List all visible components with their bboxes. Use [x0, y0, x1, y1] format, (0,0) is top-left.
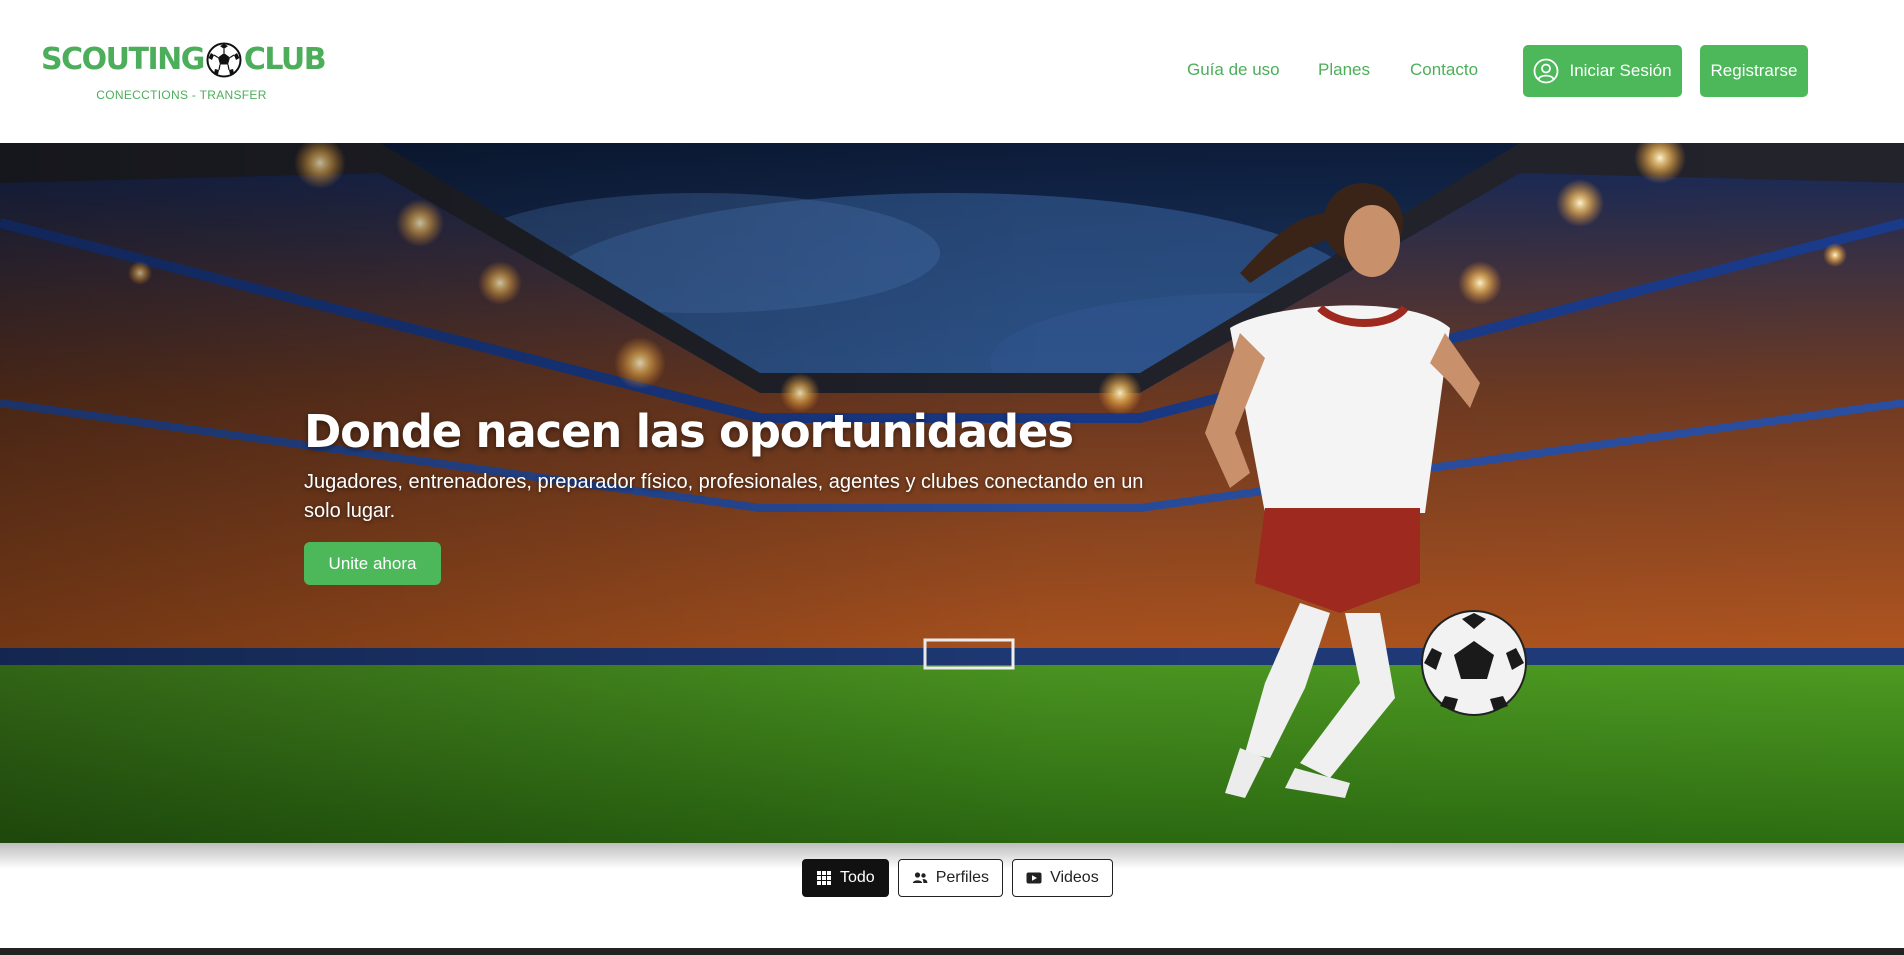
soccer-ball-icon: [206, 42, 242, 78]
footer-bar: [0, 948, 1904, 955]
soccer-ball-image: [1421, 610, 1527, 716]
video-icon: [1026, 872, 1042, 884]
brand-wordmark: SCOUTING CLUB: [41, 40, 331, 80]
filter-tab-videos-label: Videos: [1050, 869, 1099, 886]
users-icon: [912, 872, 928, 883]
nav-link-guia[interactable]: Guía de uso: [1187, 60, 1280, 80]
brand-name-right: CLUB: [243, 42, 327, 77]
hero-subtitle: Jugadores, entrenadores, preparador físi…: [304, 471, 1144, 522]
content-filter-tabs: Todo Perfiles Videos: [802, 859, 1113, 897]
login-button-label: Iniciar Sesión: [1569, 61, 1672, 80]
user-circle-icon: [1534, 58, 1559, 84]
nav-link-contacto[interactable]: Contacto: [1410, 60, 1478, 80]
join-now-button[interactable]: Unite ahora: [304, 542, 441, 585]
filter-tab-todo-label: Todo: [840, 869, 875, 886]
brand-logo[interactable]: SCOUTING CLUB CONECCTIONS - TRANSFER: [41, 40, 331, 106]
site-header: SCOUTING CLUB CONECCTIONS - TRANSFER Guí…: [0, 0, 1904, 143]
hero-title: Donde nacen las oportunidades: [304, 405, 1074, 458]
filter-tab-videos[interactable]: Videos: [1012, 859, 1113, 897]
filter-tab-perfiles[interactable]: Perfiles: [897, 859, 1004, 897]
brand-name-left: SCOUTING: [41, 42, 205, 77]
nav-link-planes[interactable]: Planes: [1318, 60, 1370, 80]
login-button[interactable]: Iniciar Sesión: [1523, 45, 1682, 97]
hero-banner: Donde nacen las oportunidades Jugadores,…: [0, 143, 1904, 843]
filter-tab-todo[interactable]: Todo: [802, 859, 889, 897]
brand-tagline: CONECCTIONS - TRANSFER: [96, 88, 267, 102]
grid-icon: [817, 871, 831, 885]
filter-tab-perfiles-label: Perfiles: [935, 869, 990, 886]
register-button[interactable]: Registrarse: [1700, 45, 1808, 97]
